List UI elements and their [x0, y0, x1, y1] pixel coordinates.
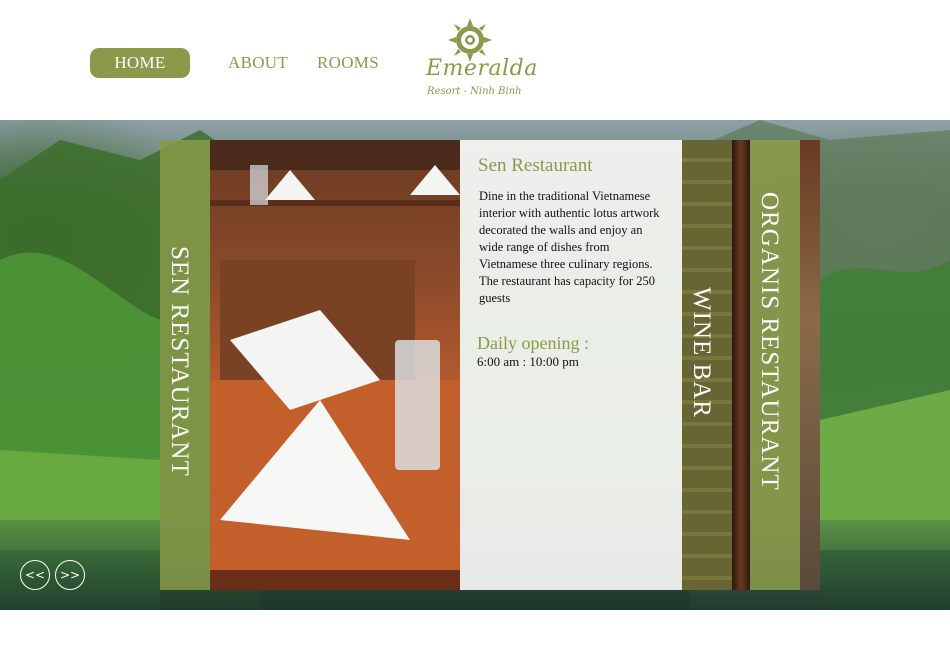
nav-rooms-link[interactable]: ROOMS: [317, 48, 379, 78]
nav-home-button[interactable]: HOME: [90, 48, 190, 78]
next-slide-button[interactable]: >>: [55, 560, 85, 590]
wine-bar-tab-label[interactable]: WINE BAR: [687, 287, 715, 418]
opening-hours-value: 6:00 am : 10:00 pm: [477, 354, 579, 369]
logo-name: Emeralda: [426, 56, 538, 81]
nav-about-link[interactable]: ABOUT: [228, 48, 288, 78]
wine-shelf-strip: [732, 140, 750, 590]
logo-tagline: Resort - Ninh Binh: [427, 86, 522, 97]
logo[interactable]: Emeralda Resort - Ninh Binh: [420, 16, 540, 106]
previous-slide-button[interactable]: <<: [20, 560, 50, 590]
restaurant-edge-strip: [800, 140, 820, 590]
opening-hours-label: Daily opening :: [477, 333, 589, 353]
organis-restaurant-tab-label[interactable]: ORGANIS RESTAURANT: [755, 192, 783, 491]
info-description: Dine in the traditional Vietnamese inter…: [479, 189, 660, 305]
sen-restaurant-tab-label[interactable]: SEN RESTAURANT: [165, 246, 193, 477]
restaurant-table-image: [210, 140, 460, 590]
info-title: Sen Restaurant: [478, 155, 593, 176]
restaurant-photo: [210, 140, 460, 590]
header: HOME ABOUT ROOMS Emeralda Resort - Ninh …: [0, 0, 950, 120]
